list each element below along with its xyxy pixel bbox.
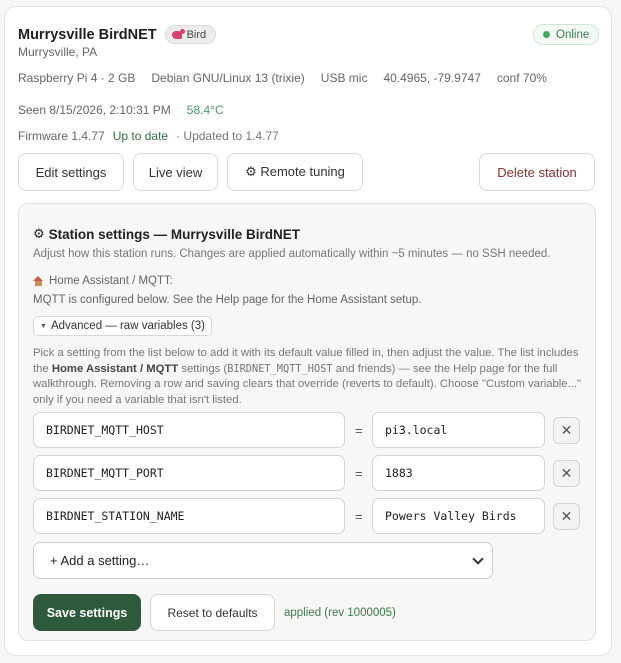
close-icon: ✕ [560, 508, 573, 524]
hardware-info: Raspberry Pi 4 · 2 GB Debian GNU/Linux 13… [18, 71, 563, 85]
advanced-toggle-label: Advanced — raw variables (3) [50, 320, 205, 332]
equals-sign: = [355, 466, 363, 481]
panel-subtitle: Adjust how this station runs. Changes ar… [33, 248, 551, 260]
variable-key-input[interactable]: BIRDNET_STATION_NAME [33, 498, 345, 534]
variable-value-input[interactable]: pi3.local [372, 412, 545, 448]
cpu-temp: 58.4°C [186, 103, 224, 117]
online-dot-icon [543, 31, 550, 38]
remove-row-button[interactable]: ✕ [553, 417, 580, 444]
close-icon: ✕ [560, 422, 573, 438]
equals-sign: = [355, 423, 363, 438]
station-card: Murrysville BirdNET Bird Murrysville, PA… [4, 6, 612, 656]
home-assistant-label-text: Home Assistant / MQTT: [49, 275, 173, 287]
station-name: Murrysville BirdNET [18, 26, 157, 43]
gear-icon: ⚙ [33, 226, 45, 241]
mic-info: USB mic [320, 71, 368, 85]
remote-tuning-button[interactable]: ⚙ Remote tuning [227, 153, 363, 191]
variable-value-input[interactable]: Powers Valley Birds [372, 498, 545, 534]
last-seen: Seen 8/15/2026, 2:10:31 PM [18, 103, 171, 117]
variable-key-input[interactable]: BIRDNET_MQTT_PORT [33, 455, 345, 491]
os-info: Debian GNU/Linux 13 (trixie) [151, 71, 305, 85]
station-location: Murrysville, PA [18, 45, 98, 59]
coords-info: 40.4965, -79.9747 [383, 71, 481, 85]
firmware-updated: · Updated to 1.4.77 [176, 129, 279, 143]
remove-row-button[interactable]: ✕ [553, 503, 580, 530]
save-settings-button[interactable]: Save settings [33, 594, 141, 631]
equals-sign: = [355, 509, 363, 524]
chevron-down-icon [472, 553, 484, 565]
help-text-2: settings ( [178, 362, 228, 375]
edit-settings-button[interactable]: Edit settings [18, 153, 124, 191]
home-assistant-label: Home Assistant / MQTT: [33, 275, 173, 287]
live-view-button[interactable]: Live view [133, 153, 218, 191]
firmware-status: Up to date [112, 129, 169, 143]
firmware-info: Firmware 1.4.77 Up to date · Updated to 1.… [18, 129, 295, 143]
variable-key-input[interactable]: BIRDNET_MQTT_HOST [33, 412, 345, 448]
help-text-code: BIRDNET_MQTT_HOST [227, 362, 333, 375]
advanced-toggle[interactable]: ▼ Advanced — raw variables (3) [33, 316, 212, 336]
reset-defaults-button[interactable]: Reset to defaults [150, 594, 275, 631]
station-settings-panel: ⚙ Station settings — Murrysville BirdNET… [18, 203, 596, 641]
station-title-row: Murrysville BirdNET Bird [18, 25, 217, 44]
firmware-version: Firmware 1.4.77 [18, 129, 105, 143]
triangle-down-icon: ▼ [40, 322, 47, 330]
panel-title: ⚙ Station settings — Murrysville BirdNET [33, 226, 300, 242]
applied-status: applied (rev 1000005) [284, 607, 396, 619]
confidence-info: conf 70% [496, 71, 547, 85]
status-badge: Online [533, 24, 600, 45]
station-type-label: Bird [186, 28, 207, 41]
add-setting-label: + Add a setting… [50, 553, 150, 568]
advanced-help-text: Pick a setting from the list below to ad… [33, 346, 581, 408]
close-icon: ✕ [560, 465, 573, 481]
remove-row-button[interactable]: ✕ [553, 460, 580, 487]
help-text-bold: Home Assistant / MQTT [51, 362, 179, 375]
device-info: Raspberry Pi 4 · 2 GB [18, 71, 136, 85]
variable-value-input[interactable]: 1883 [372, 455, 545, 491]
home-assistant-text: MQTT is configured below. See the Help p… [33, 294, 422, 306]
seen-info: Seen 8/15/2026, 2:10:31 PM 58.4°C [18, 103, 240, 117]
add-setting-select[interactable]: + Add a setting… [33, 542, 493, 579]
station-type-badge: Bird [164, 25, 217, 44]
delete-station-button[interactable]: Delete station [479, 153, 595, 191]
panel-title-text: Station settings — Murrysville BirdNET [48, 226, 300, 242]
bird-icon [171, 28, 185, 39]
status-label: Online [556, 28, 590, 41]
house-icon [33, 276, 44, 286]
